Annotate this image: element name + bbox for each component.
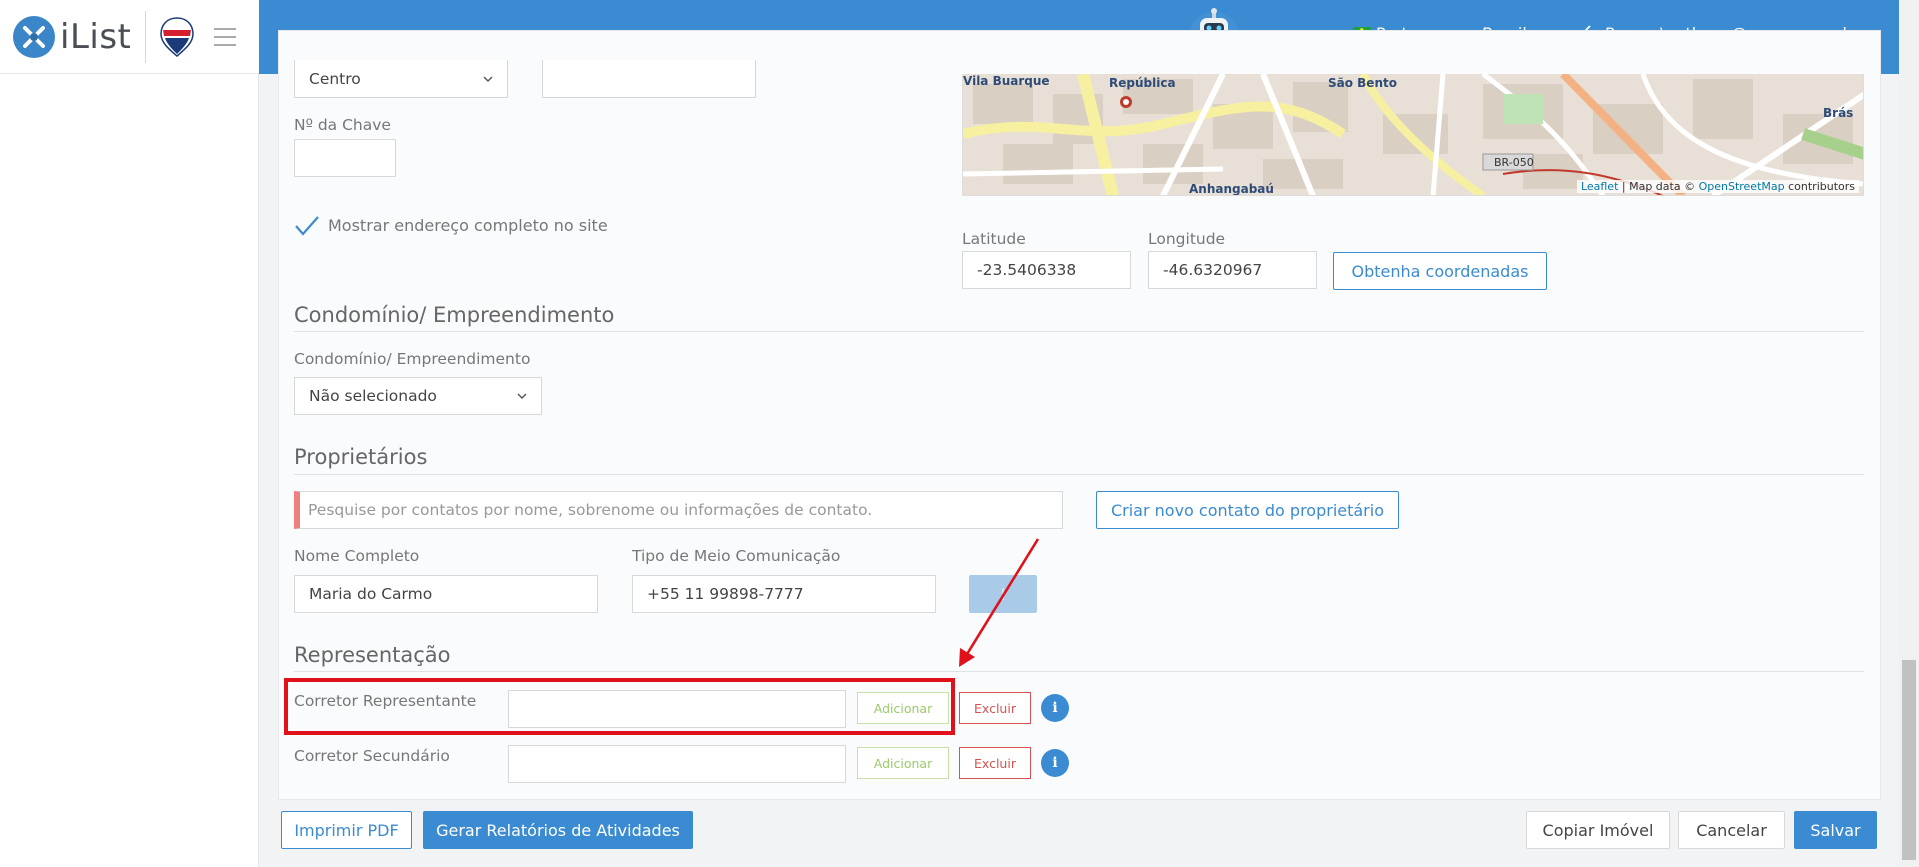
divider [294,331,1864,332]
copy-property-button[interactable]: Copiar Imóvel [1526,811,1670,849]
address-extra-input[interactable] [542,60,756,98]
leaflet-link[interactable]: Leaflet [1581,180,1618,193]
owner-search-placeholder: Pesquise por contatos por nome, sobrenom… [308,501,873,519]
bairro-select[interactable]: Centro [294,60,508,98]
latitude-label: Latitude [962,230,1026,248]
map-label: Anhangabaú [1189,182,1274,196]
divider [294,671,1864,672]
print-pdf-button[interactable]: Imprimir PDF [281,811,412,849]
remax-balloon-icon [160,16,195,57]
full-name-input[interactable]: Maria do Carmo [294,575,598,613]
representacao-section-title: Representação [294,643,451,667]
info-icon[interactable]: i [1041,694,1069,722]
annotation-arrow-icon [959,538,1040,667]
sidebar [0,0,259,867]
latitude-input[interactable]: -23.5406338 [962,251,1131,289]
add-agent-secondary-button[interactable]: Adicionar [857,747,949,779]
full-name-label: Nome Completo [294,547,420,565]
logo-area: iList [0,0,259,74]
map-label: Brás [1823,106,1854,120]
delete-agent-secondary-button[interactable]: Excluir [959,747,1031,779]
longitude-label: Longitude [1148,230,1226,248]
logo-divider [145,10,147,63]
divider [294,474,1864,475]
scrollbar-thumb[interactable] [1902,660,1916,860]
agent-secondary-input[interactable] [508,745,846,783]
condominio-section-title: Condomínio/ Empreendimento [294,303,615,327]
contact-type-label: Tipo de Meio Comunicação [632,547,841,565]
delete-agent-representative-button[interactable]: Excluir [959,692,1031,724]
map-label: Vila Buarque [963,74,1050,88]
create-owner-contact-button[interactable]: Criar novo contato do proprietário [1096,491,1399,529]
chevron-down-icon [517,389,527,403]
longitude-input[interactable]: -46.6320967 [1148,251,1317,289]
logo-text: iList [60,16,132,57]
menu-toggle-icon[interactable] [214,27,237,46]
location-map[interactable]: Vila Buarque República São Bento Brás An… [962,74,1864,196]
map-attribution-text: | Map data © [1618,180,1699,193]
proprietarios-section-title: Proprietários [294,445,428,469]
chevron-down-icon [483,72,493,86]
bairro-value: Centro [309,69,361,88]
owner-search-input[interactable]: Pesquise por contatos por nome, sobrenom… [294,491,1063,529]
chave-input[interactable] [294,139,396,177]
ilist-logo-icon [13,15,55,58]
show-full-address-label: Mostrar endereço completo no site [328,216,608,235]
osm-link[interactable]: OpenStreetMap [1699,180,1785,193]
map-label: República [1109,76,1176,90]
contact-type-input[interactable]: +55 11 99898-7777 [632,575,936,613]
map-attribution-end: contributors [1784,180,1855,193]
save-button[interactable]: Salvar [1794,811,1877,849]
annotation-highlight-box [284,678,955,735]
map-attribution: Leaflet | Map data © OpenStreetMap contr… [1576,180,1859,193]
checkmark-icon[interactable] [294,213,320,239]
condominio-label: Condomínio/ Empreendimento [294,350,531,368]
agent-secondary-label: Corretor Secundário [294,747,450,765]
condominio-value: Não selecionado [309,387,437,405]
info-icon[interactable]: i [1041,749,1069,777]
map-label: BR-050 [1494,156,1534,169]
get-coordinates-button[interactable]: Obtenha coordenadas [1333,252,1547,290]
cancel-button[interactable]: Cancelar [1678,811,1785,849]
map-label: São Bento [1328,76,1397,90]
condominio-select[interactable]: Não selecionado [294,377,542,415]
chave-label: Nº da Chave [294,116,391,134]
generate-reports-button[interactable]: Gerar Relatórios de Atividades [423,811,693,849]
